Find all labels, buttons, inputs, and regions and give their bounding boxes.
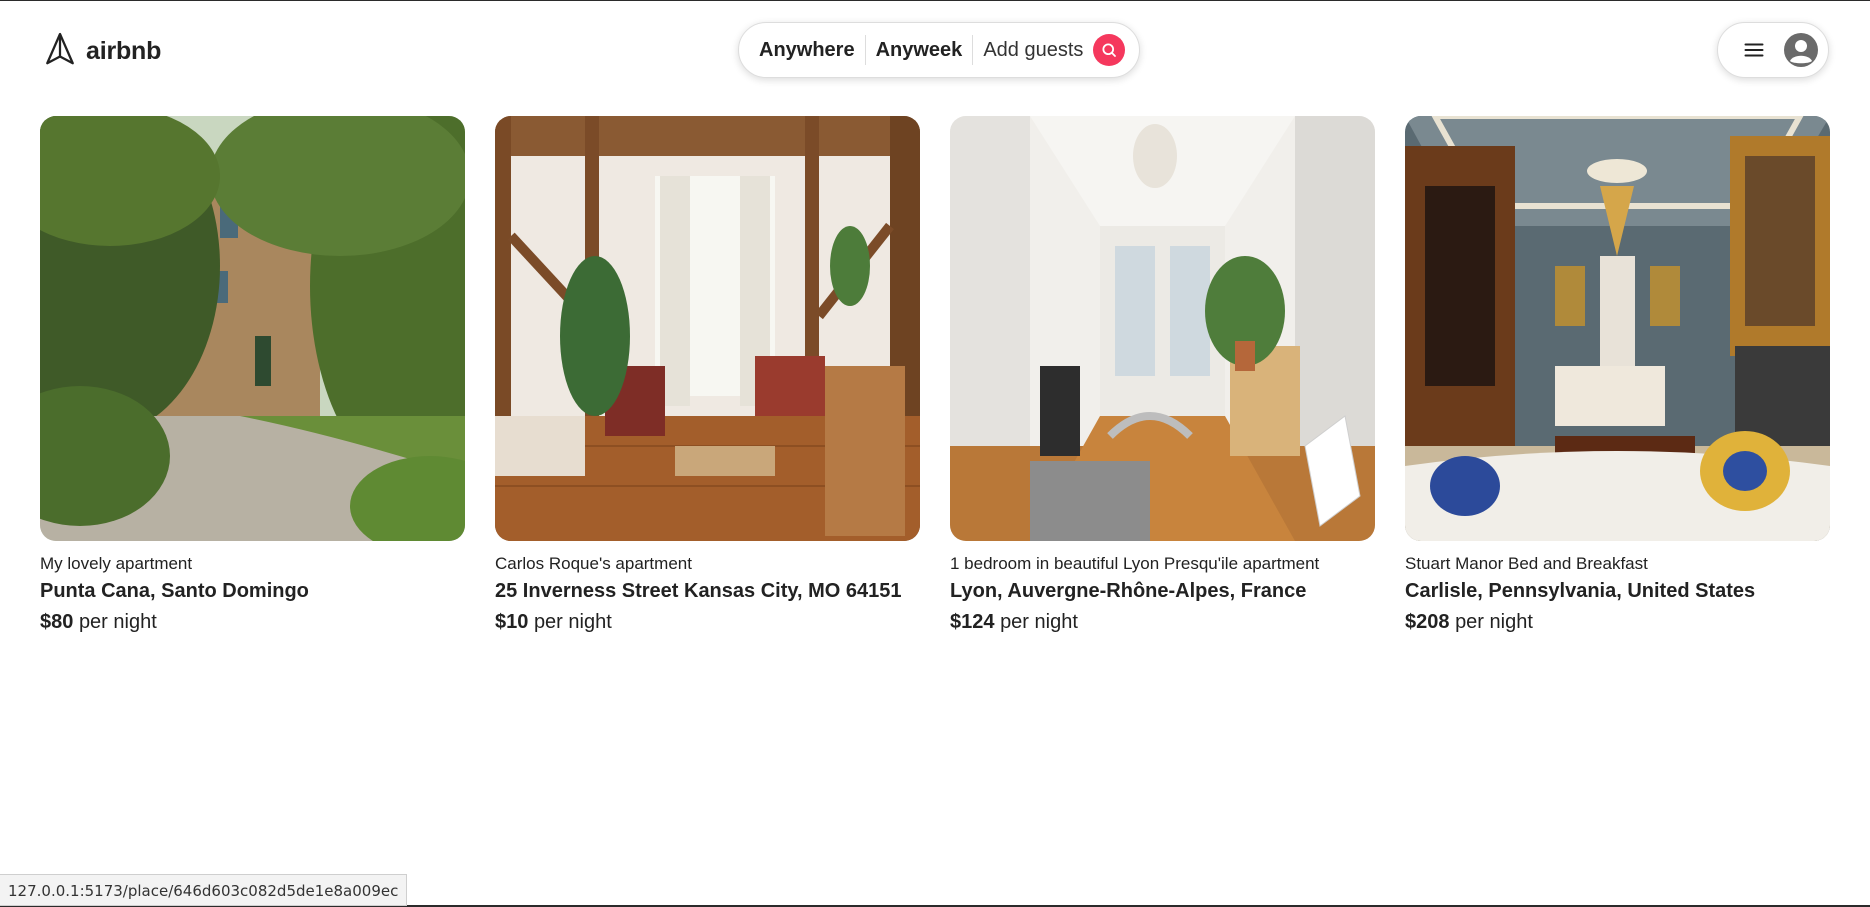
listings-grid: My lovely apartment Punta Cana, Santo Do… (40, 116, 1830, 634)
search-divider (972, 35, 974, 65)
listing-price: $10 (495, 611, 529, 633)
brand-logo-link[interactable]: airbnb (42, 31, 161, 72)
hamburger-icon (1742, 38, 1766, 62)
listing-photo[interactable] (1405, 116, 1830, 541)
listing-price-line: $10 per night (495, 611, 920, 634)
listing-price-line: $208 per night (1405, 611, 1830, 634)
listing-title: 1 bedroom in beautiful Lyon Presqu'ile a… (950, 554, 1320, 573)
search-divider (864, 35, 866, 65)
listing-card[interactable]: Carlos Roque's apartment 25 Inverness St… (495, 116, 920, 634)
paper-plane-icon (42, 31, 78, 72)
search-anyweek-button[interactable]: Anyweek (876, 39, 963, 62)
listing-title: Stuart Manor Bed and Breakfast (1405, 554, 1648, 573)
listing-address: 25 Inverness Street Kansas City, MO 6415… (495, 580, 902, 602)
listing-price-line: $124 per night (950, 611, 1375, 634)
listing-price: $80 (40, 611, 74, 633)
listing-photo[interactable] (495, 116, 920, 541)
listing-title: My lovely apartment (40, 554, 193, 573)
listing-address: Punta Cana, Santo Domingo (40, 580, 309, 602)
listing-title: Carlos Roque's apartment (495, 554, 692, 573)
listing-address: Lyon, Auvergne-Rhône-Alpes, France (950, 580, 1307, 602)
listing-price: $208 (1405, 611, 1450, 633)
user-menu-button[interactable] (1717, 22, 1829, 78)
browser-viewport: airbnb Anywhere Anyweek Add guests My lo… (0, 0, 1870, 907)
listing-photo[interactable] (40, 116, 465, 541)
listing-price-suffix: per night (78, 611, 157, 633)
listing-card[interactable]: Stuart Manor Bed and Breakfast Carlisle,… (1405, 116, 1830, 634)
listing-price: $124 (950, 611, 995, 633)
search-anywhere-button[interactable]: Anywhere (759, 39, 855, 62)
search-icon (1100, 41, 1118, 59)
listing-card[interactable]: 1 bedroom in beautiful Lyon Presqu'ile a… (950, 116, 1375, 634)
user-avatar-icon (1784, 33, 1818, 67)
site-header: airbnb Anywhere Anyweek Add guests (0, 1, 1870, 101)
listing-card[interactable]: My lovely apartment Punta Cana, Santo Do… (40, 116, 465, 634)
listing-price-suffix: per night (533, 611, 612, 633)
search-bar[interactable]: Anywhere Anyweek Add guests (738, 22, 1140, 78)
listing-price-suffix: per night (1455, 611, 1533, 633)
listing-price-suffix: per night (1000, 611, 1078, 633)
listing-photo[interactable] (950, 116, 1375, 541)
listing-address: Carlisle, Pennsylvania, United States (1405, 580, 1756, 602)
search-add-guests-button[interactable]: Add guests (983, 39, 1083, 62)
status-bar-url: 127.0.0.1:5173/place/646d603c082d5de1e8a… (0, 874, 408, 906)
search-button[interactable] (1093, 34, 1126, 66)
listing-price-line: $80 per night (40, 611, 465, 634)
brand-name: airbnb (86, 37, 162, 65)
